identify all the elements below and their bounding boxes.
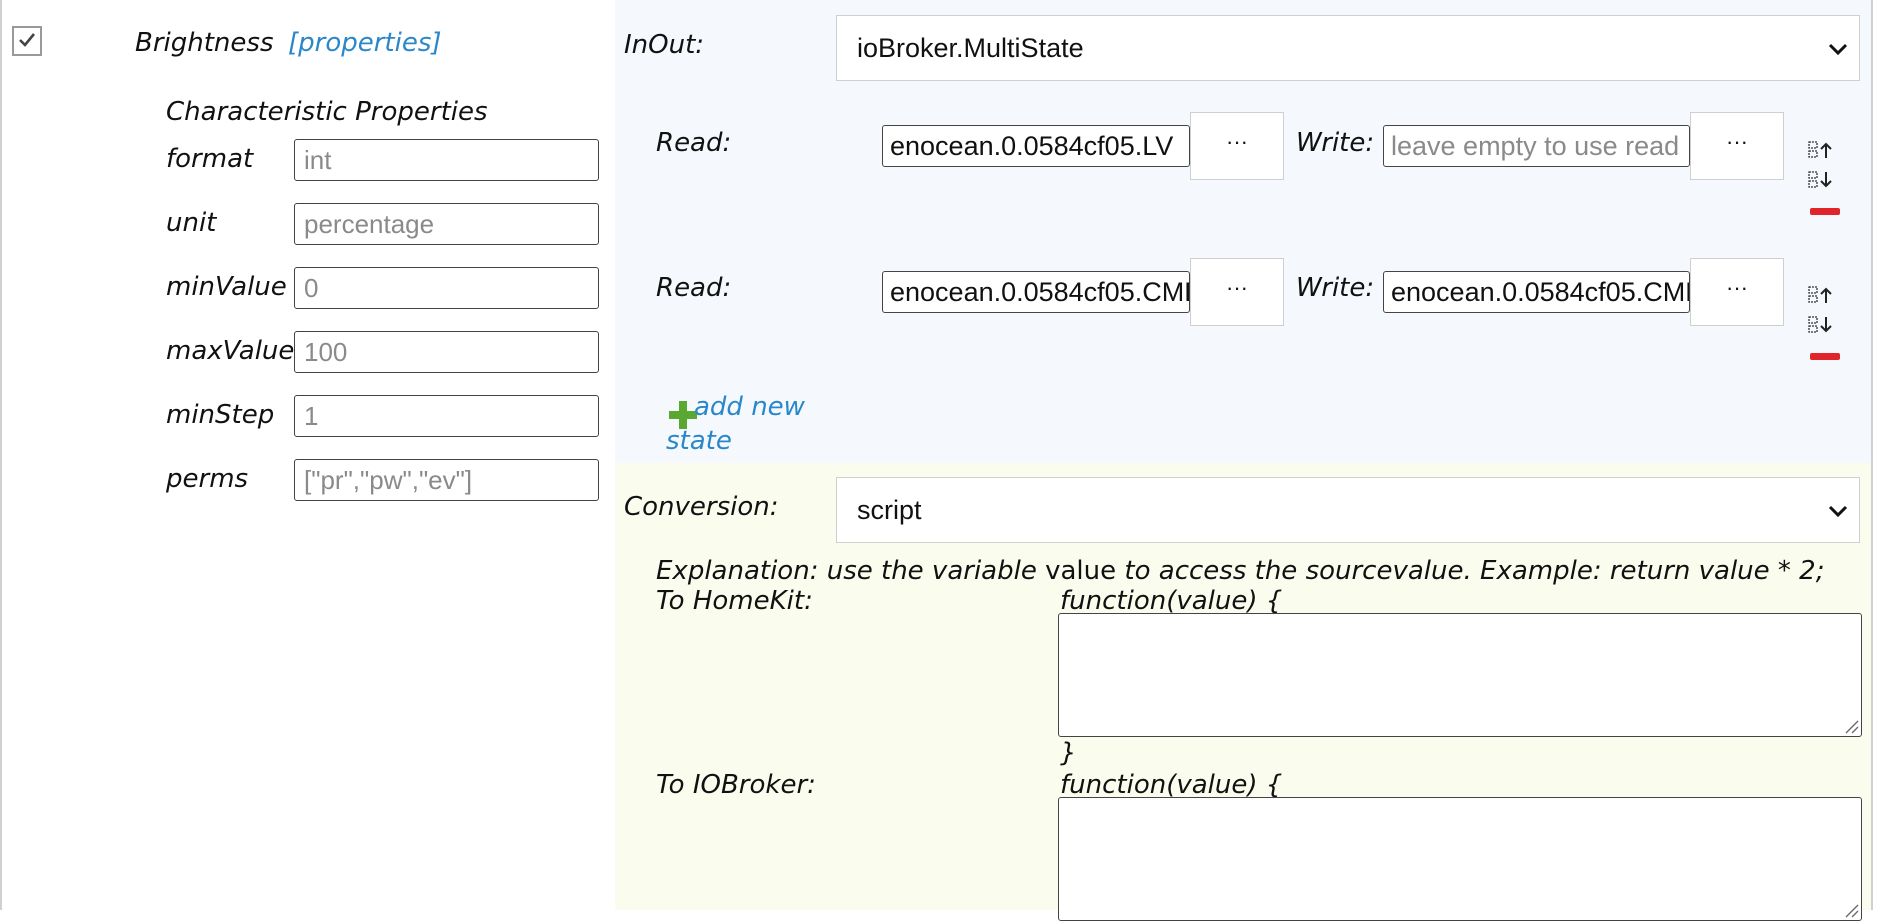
explanation-keyword: value — [1045, 556, 1117, 586]
conversion-label: Conversion: — [624, 492, 779, 522]
write-label: Write: — [1296, 273, 1375, 303]
property-input-maxvalue[interactable]: 100 — [294, 331, 599, 373]
property-label-maxvalue: maxValue — [166, 336, 295, 366]
characteristic-panel: Brightness [properties] Characteristic P… — [0, 0, 617, 910]
to-homekit-textarea[interactable] — [1058, 613, 1862, 737]
read-label: Read: — [656, 128, 732, 158]
write-browse-button[interactable]: ··· — [1690, 258, 1784, 326]
chevron-down-icon — [1828, 505, 1848, 518]
write-label: Write: — [1296, 128, 1375, 158]
to-iobroker-textarea[interactable] — [1058, 797, 1862, 921]
inout-select[interactable]: ioBroker.MultiState — [836, 15, 1860, 81]
conversion-select[interactable]: script — [836, 477, 1860, 543]
function-close-homekit: } — [1060, 738, 1077, 768]
property-input-unit[interactable]: percentage — [294, 203, 599, 245]
function-open-iobroker: function(value) { — [1060, 770, 1283, 800]
to-homekit-label: To HomeKit: — [656, 586, 813, 616]
write-input[interactable]: enocean.0.0584cf05.CMD — [1383, 271, 1690, 313]
move-up-icon[interactable] — [1808, 140, 1838, 160]
property-label-minstep: minStep — [166, 400, 275, 430]
property-input-minvalue[interactable]: 0 — [294, 267, 599, 309]
write-input[interactable]: leave empty to use read — [1383, 125, 1690, 167]
panel-border — [1871, 0, 1873, 910]
characteristic-enabled-checkbox[interactable] — [12, 26, 42, 56]
add-new-state-text: state — [666, 426, 732, 456]
conversion-selected-value: script — [857, 495, 922, 525]
read-input[interactable]: enocean.0.0584cf05.LV — [882, 125, 1190, 167]
property-input-minstep[interactable]: 1 — [294, 395, 599, 437]
function-open-homekit: function(value) { — [1060, 586, 1283, 616]
read-label: Read: — [656, 273, 732, 303]
move-down-icon[interactable] — [1808, 170, 1838, 190]
explanation-suffix: to access the sourcevalue. Example: retu… — [1116, 556, 1825, 586]
to-iobroker-label: To IOBroker: — [656, 770, 816, 800]
property-label-minvalue: minValue — [166, 272, 287, 302]
inout-selected-value: ioBroker.MultiState — [857, 33, 1084, 63]
characteristic-name: Brightness — [135, 28, 274, 58]
property-label-format: format — [166, 144, 254, 174]
property-label-unit: unit — [166, 208, 217, 238]
remove-state-icon[interactable] — [1810, 208, 1840, 215]
resize-grip-icon[interactable] — [1843, 718, 1859, 734]
resize-grip-icon[interactable] — [1843, 902, 1859, 918]
section-title: Characteristic Properties — [166, 97, 488, 127]
read-browse-button[interactable]: ··· — [1190, 112, 1284, 180]
explanation-text: Explanation: use the variable value to a… — [656, 556, 1825, 586]
explanation-prefix: Explanation: use the variable — [656, 556, 1046, 586]
property-label-perms: perms — [166, 464, 249, 494]
read-browse-button[interactable]: ··· — [1190, 258, 1284, 326]
checkmark-icon — [19, 33, 36, 47]
read-input[interactable]: enocean.0.0584cf05.CMD — [882, 271, 1190, 313]
remove-state-icon[interactable] — [1810, 353, 1840, 360]
chevron-down-icon — [1828, 43, 1848, 56]
move-down-icon[interactable] — [1808, 315, 1838, 335]
add-new-state-text: add new — [694, 392, 805, 422]
inout-label: InOut: — [624, 30, 705, 60]
move-up-icon[interactable] — [1808, 285, 1838, 305]
properties-link[interactable]: [properties] — [288, 28, 442, 58]
property-input-perms[interactable]: ["pr","pw","ev"] — [294, 459, 599, 501]
write-browse-button[interactable]: ··· — [1690, 112, 1784, 180]
property-input-format[interactable]: int — [294, 139, 599, 181]
